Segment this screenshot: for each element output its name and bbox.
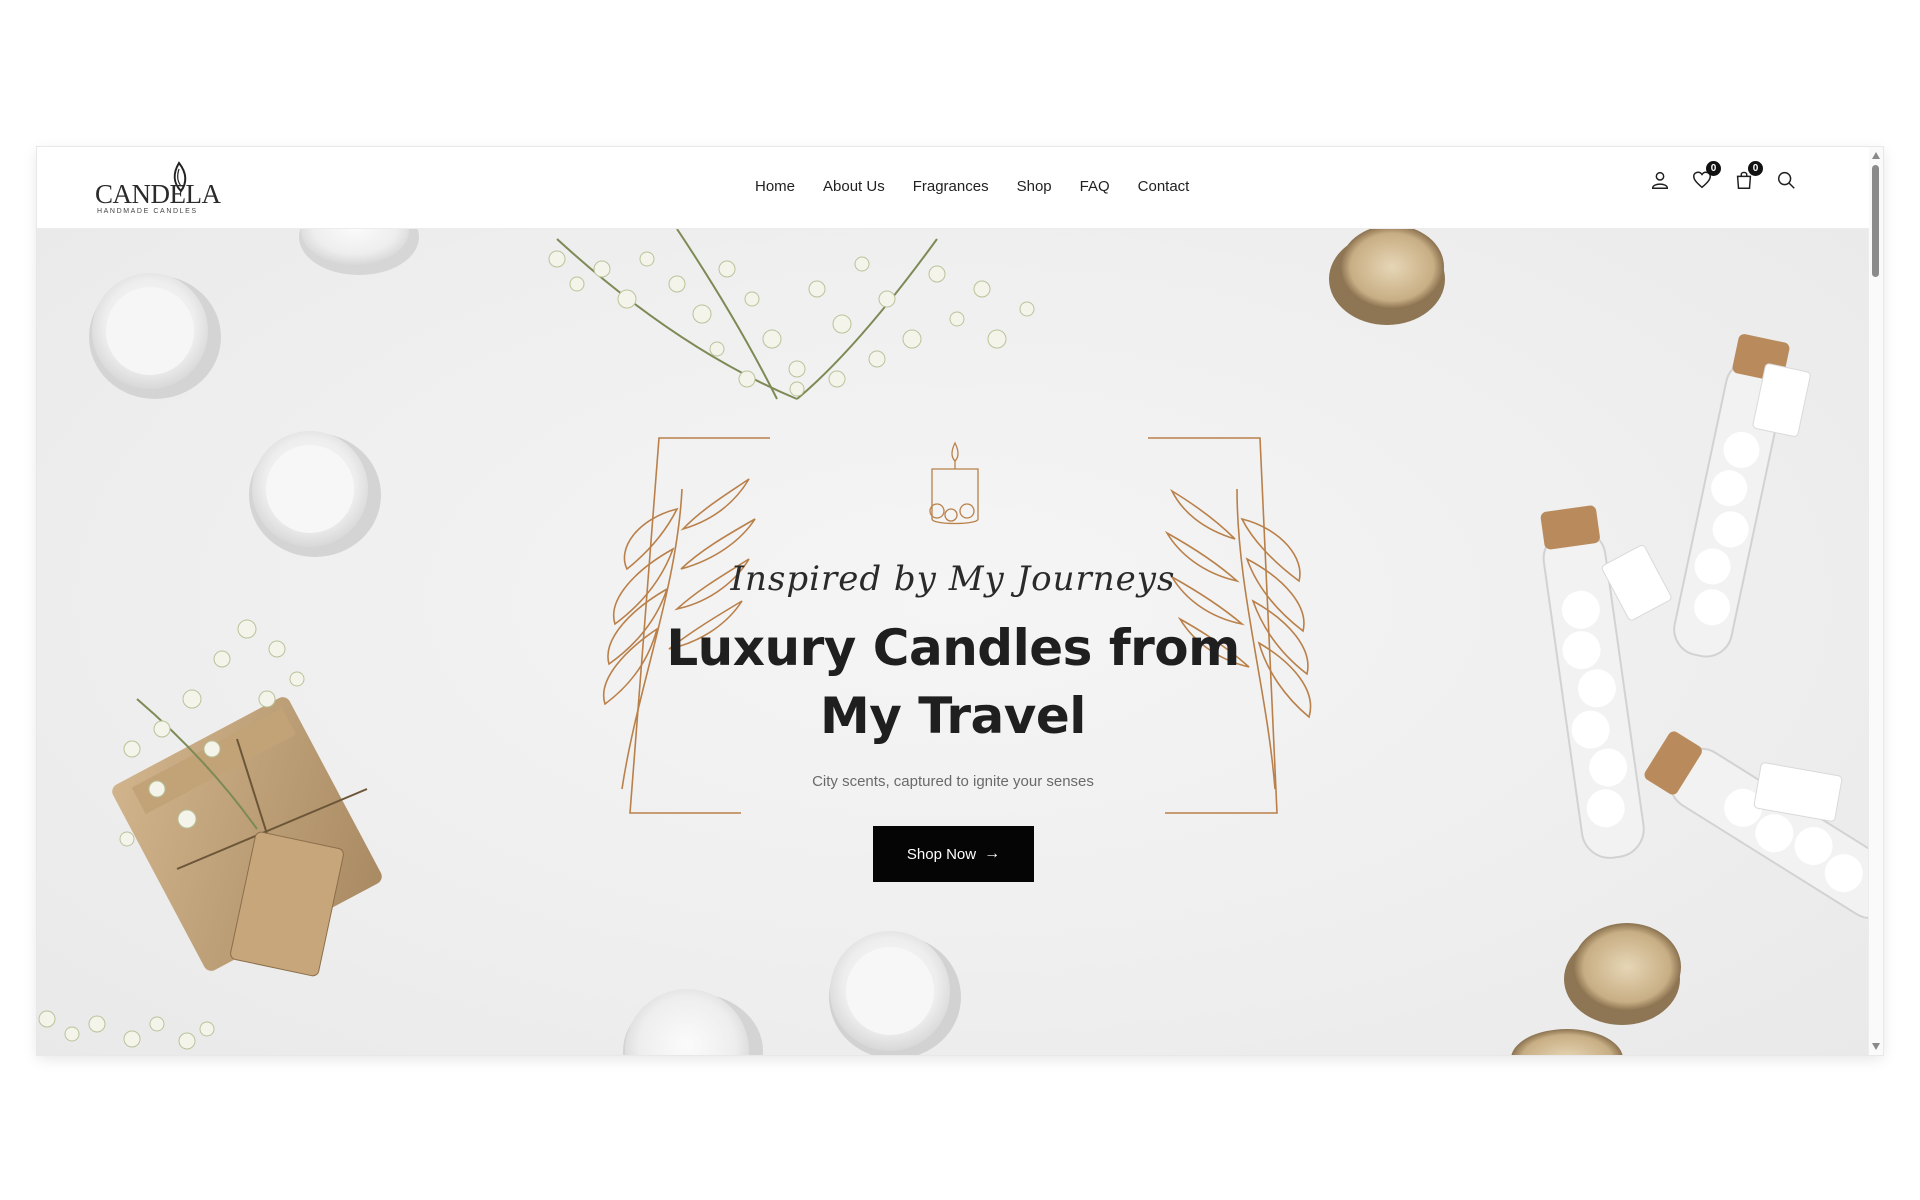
nav-contact[interactable]: Contact <box>1124 178 1204 195</box>
wood-slice-decor <box>1329 229 1681 1055</box>
scroll-down-arrow-icon[interactable] <box>1872 1043 1880 1050</box>
scroll-up-arrow-icon[interactable] <box>1872 152 1880 159</box>
site-header: CANDELA HANDMADE CANDLES Home About Us F… <box>37 147 1869 229</box>
brand-name: CANDELA <box>95 179 221 209</box>
header-actions: 0 0 <box>1649 161 1799 193</box>
nav-shop[interactable]: Shop <box>1003 178 1066 195</box>
glass-jar-decor <box>1540 334 1869 920</box>
arrow-right-icon: → <box>984 845 1001 862</box>
hero-title: Luxury Candles from My Travel <box>653 614 1253 750</box>
user-icon[interactable] <box>1649 169 1673 193</box>
heart-icon[interactable]: 0 <box>1691 161 1721 193</box>
nav-faq[interactable]: FAQ <box>1066 178 1124 195</box>
wishlist-count-badge: 0 <box>1706 161 1721 176</box>
hero-subtitle: City scents, captured to ignite your sen… <box>812 773 1094 790</box>
gift-box-decor <box>112 697 382 977</box>
nav-fragrances[interactable]: Fragrances <box>899 178 1003 195</box>
shop-now-button[interactable]: Shop Now → <box>873 826 1034 882</box>
hero-script-heading: Inspired by My Journeys <box>730 559 1176 599</box>
brand-tagline: HANDMADE CANDLES <box>97 208 198 215</box>
brand-logo[interactable]: CANDELA HANDMADE CANDLES <box>93 157 221 219</box>
nav-home[interactable]: Home <box>741 178 809 195</box>
hero-title-line-1: Luxury Candles from <box>666 619 1240 677</box>
vertical-scrollbar[interactable] <box>1868 147 1883 1055</box>
flower-decor <box>38 1010 215 1050</box>
search-icon[interactable] <box>1775 169 1799 193</box>
flower-decor <box>548 229 1035 400</box>
cart-count-badge: 0 <box>1748 161 1763 176</box>
candle-icon <box>929 441 979 525</box>
hero-banner: Inspired by My Journeys Luxury Candles f… <box>37 229 1869 1055</box>
browser-viewport: CANDELA HANDMADE CANDLES Home About Us F… <box>37 147 1883 1055</box>
nav-about-us[interactable]: About Us <box>809 178 899 195</box>
shop-now-label: Shop Now <box>906 845 977 863</box>
hero-title-line-2: My Travel <box>820 687 1086 745</box>
scrollbar-thumb[interactable] <box>1872 165 1879 277</box>
main-nav: Home About Us Fragrances Shop FAQ Contac… <box>741 174 1203 198</box>
shopping-bag-icon[interactable]: 0 <box>1733 161 1763 193</box>
